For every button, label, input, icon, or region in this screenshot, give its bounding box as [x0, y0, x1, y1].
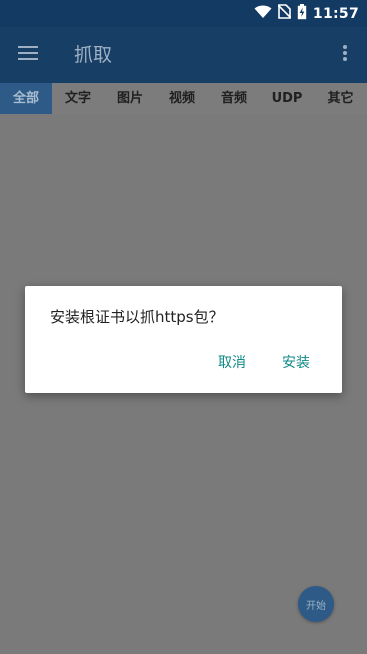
tab-all[interactable]: 全部 [0, 83, 52, 114]
page-title: 抓取 [74, 44, 113, 66]
more-vert-icon [342, 44, 348, 66]
tab-other[interactable]: 其它 [314, 83, 367, 114]
status-bar: 11:57 [0, 0, 367, 27]
cancel-button[interactable]: 取消 [218, 352, 246, 372]
app-bar: 抓取 [0, 27, 367, 83]
overflow-menu-button[interactable] [333, 39, 357, 71]
install-certificate-dialog: 安装根证书以抓https包？ 取消 安装 [25, 286, 342, 393]
wifi-icon [254, 4, 272, 23]
tab-video[interactable]: 视频 [156, 83, 208, 114]
navigation-menu-button[interactable] [12, 39, 44, 71]
no-sim-icon [277, 4, 292, 23]
tab-images[interactable]: 图片 [104, 83, 156, 114]
start-capture-button[interactable]: 开始 [298, 586, 334, 622]
fab-label: 开始 [306, 600, 326, 612]
tab-udp[interactable]: UDP [260, 83, 314, 114]
tab-audio[interactable]: 音频 [208, 83, 260, 114]
install-button[interactable]: 安装 [282, 352, 310, 372]
battery-charging-icon [297, 3, 307, 24]
status-time: 11:57 [312, 5, 359, 22]
dialog-message: 安装根证书以抓https包？ [50, 308, 224, 326]
category-tabs: 全部 文字 图片 视频 音频 UDP 其它 [0, 83, 367, 114]
tab-text[interactable]: 文字 [52, 83, 104, 114]
status-icons: 11:57 [254, 0, 359, 27]
hamburger-menu-icon [18, 45, 38, 65]
